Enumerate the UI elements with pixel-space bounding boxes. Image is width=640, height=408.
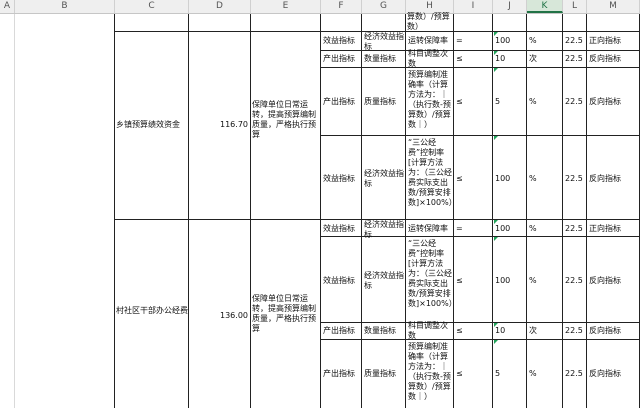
weight-cell[interactable]: 22.5 [565,36,583,46]
third-indicator-cell[interactable]: 预算编制准确率（计算方法为：｜（执行数-预算数）/预算数｜） [408,342,452,402]
first-indicator-cell[interactable]: 产出指标 [323,54,355,64]
weight-cell[interactable]: 22.5 [565,224,583,234]
operator-cell[interactable]: ≤ [456,326,463,336]
second-indicator-cell[interactable]: 经济效益指标 [364,169,404,189]
weight-cell[interactable]: 22.5 [565,369,583,379]
third-indicator-cell[interactable]: 科目调整次数 [408,321,452,339]
first-indicator-cell[interactable]: 效益指标 [323,276,355,286]
direction-cell[interactable]: 反向指标 [589,97,621,107]
second-indicator-cell[interactable]: 经济效益指标 [364,271,404,291]
prev-row-fragment: 算数）/预算数） [407,12,450,31]
amount-cell[interactable]: 116.70 [190,120,248,130]
operator-cell[interactable]: = [456,36,463,46]
third-indicator-cell[interactable]: 科目调整次数 [408,49,452,67]
operator-cell[interactable]: ≤ [456,276,463,286]
unit-cell[interactable]: % [529,36,537,46]
weight-cell[interactable]: 22.5 [565,326,583,336]
second-indicator-cell[interactable]: 数量指标 [364,326,396,336]
direction-cell[interactable]: 反向指标 [589,54,621,64]
target-value-cell[interactable]: 5 [495,97,500,107]
col-header-g[interactable]: G [362,0,406,13]
first-indicator-cell[interactable]: 产出指标 [323,97,355,107]
goal-cell[interactable]: 保障单位日常运转，提高预算编制质量，严格执行预算 [252,294,318,334]
weight-cell[interactable]: 22.5 [565,174,583,184]
col-header-b[interactable]: B [15,0,115,13]
first-indicator-cell[interactable]: 效益指标 [323,224,355,234]
target-value-cell[interactable]: 10 [495,54,505,64]
worksheet-grid[interactable]: 算数）/预算数） 乡镇预算绩效资金 116.70 保障单位日常运转，提高预算编制… [0,12,640,408]
third-indicator-cell[interactable]: 预算编制准确率（计算方法为：｜（执行数-预算数）/预算数｜） [408,70,452,130]
second-indicator-cell[interactable]: 质量指标 [364,369,396,379]
second-indicator-cell[interactable]: 质量指标 [364,97,396,107]
unit-cell[interactable]: 次 [529,326,537,336]
direction-cell[interactable]: 反向指标 [589,326,621,336]
target-value-cell[interactable]: 100 [495,224,510,234]
col-header-d[interactable]: D [189,0,251,13]
third-indicator-cell[interactable]: 运转保障率 [408,224,448,234]
unit-cell[interactable]: % [529,276,537,286]
operator-cell[interactable]: ≤ [456,97,463,107]
operator-cell[interactable]: ≤ [456,54,463,64]
target-value-cell[interactable]: 100 [495,174,510,184]
amount-cell[interactable]: 136.00 [190,311,248,321]
unit-cell[interactable]: % [529,224,537,234]
unit-cell[interactable]: % [529,174,537,184]
first-indicator-cell[interactable]: 效益指标 [323,174,355,184]
unit-cell[interactable]: % [529,97,537,107]
col-header-j[interactable]: J [493,0,527,13]
operator-cell[interactable]: ≤ [456,174,463,184]
col-header-i[interactable]: I [454,0,493,13]
goal-cell[interactable]: 保障单位日常运转，提高预算编制质量，严格执行预算 [252,100,318,140]
target-value-cell[interactable]: 5 [495,369,500,379]
col-header-c[interactable]: C [115,0,189,13]
project-name-cell[interactable]: 村社区干部办公经费 [116,306,188,316]
direction-cell[interactable]: 反向指标 [589,369,621,379]
first-indicator-cell[interactable]: 效益指标 [323,36,355,46]
target-value-cell[interactable]: 100 [495,36,510,46]
first-indicator-cell[interactable]: 产出指标 [323,326,355,336]
col-header-f[interactable]: F [321,0,362,13]
unit-cell[interactable]: % [529,369,537,379]
col-header-k[interactable]: K [527,0,563,13]
first-indicator-cell[interactable]: 产出指标 [323,369,355,379]
col-header-a[interactable]: A [0,0,15,13]
target-value-cell[interactable]: 10 [495,326,505,336]
unit-cell[interactable]: 次 [529,54,537,64]
second-indicator-cell[interactable]: 经济效益指标 [364,220,404,240]
column-header-bar: A B C D E F G H I J K L M [0,0,640,14]
weight-cell[interactable]: 22.5 [565,97,583,107]
weight-cell[interactable]: 22.5 [565,54,583,64]
operator-cell[interactable]: ≤ [456,369,463,379]
direction-cell[interactable]: 反向指标 [589,276,621,286]
weight-cell[interactable]: 22.5 [565,276,583,286]
third-indicator-cell[interactable]: “三公经费”控制率[计算方法为：（三公经费实际支出数/预算安排数]×100%） [408,239,457,309]
col-header-l[interactable]: L [563,0,587,13]
second-indicator-cell[interactable]: 经济效益指标 [364,32,404,52]
target-value-cell[interactable]: 100 [495,276,510,286]
col-header-e[interactable]: E [251,0,321,13]
col-header-m[interactable]: M [587,0,640,13]
second-indicator-cell[interactable]: 数量指标 [364,54,396,64]
third-indicator-cell[interactable]: “三公经费”控制率[计算方法为：（三公经费实际支出数/预算安排数]×100%） [408,138,457,208]
project-name-cell[interactable]: 乡镇预算绩效资金 [116,120,180,130]
operator-cell[interactable]: = [456,224,463,234]
direction-cell[interactable]: 正向指标 [589,224,621,234]
direction-cell[interactable]: 反向指标 [589,174,621,184]
direction-cell[interactable]: 正向指标 [589,36,621,46]
third-indicator-cell[interactable]: 运转保障率 [408,36,448,46]
